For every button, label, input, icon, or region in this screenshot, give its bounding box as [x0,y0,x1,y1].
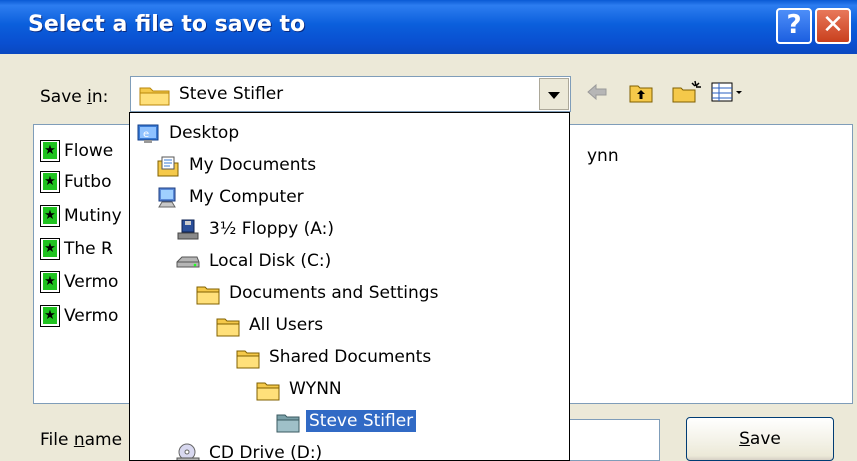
back-arrow-icon[interactable] [584,80,610,104]
save-in-label: Save in: [40,87,109,107]
file-list-item[interactable]: Futbo [40,171,111,197]
file-list-item[interactable]: Vermo [40,305,118,331]
window-title: Select a file to save to [28,12,306,37]
save-in-dropdown-list: e Desktop My Documents My Computer 3½ Fl… [129,112,570,461]
hard-disk-icon [176,256,200,268]
floppy-drive-icon [177,219,199,240]
svg-text:e: e [143,129,149,140]
file-list-item[interactable]: Vermo [40,271,118,297]
file-list-item[interactable]: Mutiny [40,205,122,231]
save-in-combobox[interactable]: Steve Stifler [130,76,571,112]
cd-drive-icon [176,443,200,460]
spreadsheet-file-icon [40,205,60,227]
spreadsheet-file-icon [40,271,60,293]
save-button[interactable]: Save [686,417,834,461]
spreadsheet-file-icon [40,171,60,193]
folder-icon [256,382,280,401]
spreadsheet-file-icon [40,305,60,327]
title-bar: Select a file to save to ? ✕ [0,0,857,54]
view-menu-icon[interactable] [710,80,746,104]
folder-icon [236,350,260,369]
help-button[interactable]: ? [776,8,812,44]
file-list-item[interactable]: Flowe [40,140,113,166]
spreadsheet-file-icon [40,238,60,260]
partial-file-name: ynn [587,146,619,166]
open-folder-icon [276,414,300,433]
save-in-dropdown-button[interactable] [539,78,569,110]
file-list-item[interactable]: The R [40,238,113,264]
folder-icon [196,286,220,305]
close-button[interactable]: ✕ [815,8,851,44]
desktop-icon: e [137,124,159,143]
my-documents-icon [157,156,179,177]
folder-icon [139,87,170,106]
save-in-value: Steve Stifler [179,84,284,104]
spreadsheet-file-icon [40,140,60,162]
file-name-label: File name [40,430,123,450]
my-computer-icon [158,187,176,208]
new-folder-icon[interactable] [671,80,703,104]
up-folder-icon[interactable] [628,80,654,104]
file-name-input[interactable] [567,419,660,461]
folder-icon [216,318,240,337]
